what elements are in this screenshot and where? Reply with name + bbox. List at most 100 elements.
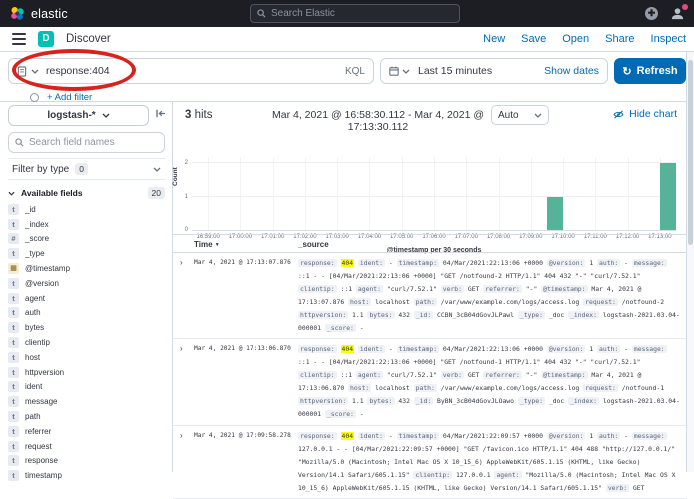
page-title: Discover — [66, 33, 111, 45]
field-item-index[interactable]: t_index — [8, 217, 168, 232]
source-field-badge: referrer: — [483, 285, 522, 293]
column-header-time[interactable]: Time ▼ — [194, 240, 220, 249]
field-item-timestamp[interactable]: ▦@timestamp — [8, 261, 168, 276]
menu-icon[interactable] — [12, 33, 26, 45]
field-item-response[interactable]: tresponse — [8, 454, 168, 469]
source-field-badge: auth: — [597, 432, 620, 440]
hide-chart-link[interactable]: Hide chart — [613, 108, 677, 120]
source-value: GET — [468, 371, 480, 379]
gridline — [369, 157, 370, 230]
help-icon[interactable]: ✚ — [645, 7, 658, 20]
source-field-badge: @version: — [547, 259, 586, 267]
source-value: "curl/7.52.1" — [387, 371, 437, 379]
show-dates-link[interactable]: Show dates — [544, 65, 599, 77]
chevron-down-icon — [534, 113, 542, 118]
source-value: 432 — [398, 397, 410, 405]
nav-action-save[interactable]: Save — [521, 33, 546, 45]
column-header-source[interactable]: _source — [298, 240, 329, 249]
discover-main: 3 hits Mar 4, 2021 @ 16:58:30.112 - Mar … — [173, 102, 687, 472]
y-axis-title: Count — [172, 167, 179, 186]
y-tick-label: 0 — [173, 227, 188, 233]
field-item-ident[interactable]: tident — [8, 380, 168, 395]
source-value: CCBN_3cB04dGovJLPawl — [437, 311, 514, 319]
field-name: httpversion — [25, 368, 64, 377]
filter-by-type-button[interactable]: Filter by type 0 — [8, 158, 165, 180]
source-value-highlighted: 404 — [341, 259, 355, 267]
source-value: 04/Mar/2021:22:13:06 +0000 — [443, 345, 543, 353]
histogram-bar[interactable] — [660, 163, 676, 230]
filter-menu-icon[interactable] — [30, 93, 39, 102]
add-filter-link[interactable]: + Add filter — [47, 92, 92, 103]
source-field-badge: request: — [583, 384, 618, 392]
field-item-request[interactable]: trequest — [8, 439, 168, 454]
query-language-button[interactable]: KQL — [345, 66, 365, 77]
field-item-auth[interactable]: tauth — [8, 306, 168, 321]
field-item-path[interactable]: tpath — [8, 409, 168, 424]
field-item-referrer[interactable]: treferrer — [8, 424, 168, 439]
user-avatar[interactable] — [670, 6, 686, 22]
top-nav-actions: New Save Open Share Inspect — [483, 33, 686, 45]
nav-action-open[interactable]: Open — [562, 33, 589, 45]
nav-action-inspect[interactable]: Inspect — [651, 33, 686, 45]
expand-row-icon[interactable]: › — [180, 259, 183, 267]
date-picker[interactable]: Last 15 minutes Show dates — [380, 58, 608, 84]
field-item-message[interactable]: tmessage — [8, 394, 168, 409]
query-text[interactable]: response:404 — [46, 65, 110, 77]
scrollbar-thumb[interactable] — [688, 60, 693, 245]
field-item-host[interactable]: thost — [8, 350, 168, 365]
field-item-bytes[interactable]: tbytes — [8, 320, 168, 335]
source-field-badge: _id: — [414, 397, 433, 405]
source-field-badge: @timestamp: — [541, 285, 587, 293]
refresh-button[interactable]: ↻ Refresh — [614, 58, 686, 84]
eye-slash-icon — [613, 110, 624, 119]
nav-action-share[interactable]: Share — [605, 33, 634, 45]
gridline — [563, 157, 564, 230]
source-field-badge: path: — [414, 384, 437, 392]
gridline — [434, 157, 435, 230]
source-value: "-" — [526, 371, 538, 379]
field-list: t_idt_index#_scoret_type▦@timestampt@ver… — [8, 202, 168, 483]
field-item-version[interactable]: t@version — [8, 276, 168, 291]
scrollbar[interactable] — [686, 52, 694, 472]
available-fields-header[interactable]: Available fields 20 — [8, 186, 165, 200]
gridline — [402, 157, 403, 230]
elastic-logo-icon — [10, 6, 25, 21]
field-item-type[interactable]: t_type — [8, 246, 168, 261]
saved-query-icon[interactable] — [17, 66, 27, 77]
field-item-id[interactable]: t_id — [8, 202, 168, 217]
time-range-label[interactable]: Last 15 minutes — [418, 65, 492, 77]
global-search-input[interactable]: Search Elastic — [250, 4, 460, 23]
field-item-score[interactable]: #_score — [8, 232, 168, 247]
field-type-string-icon: t — [8, 219, 19, 230]
source-field-badge: @timestamp: — [541, 371, 587, 379]
field-search-input[interactable]: Search field names — [8, 132, 165, 153]
source-field-badge: httpversion: — [298, 311, 348, 319]
histogram-bar[interactable] — [547, 197, 563, 231]
source-value: localhost — [375, 298, 410, 306]
nav-action-new[interactable]: New — [483, 33, 505, 45]
field-item-httpversion[interactable]: t httpversion — [8, 365, 168, 380]
source-field-badge: @version: — [547, 432, 586, 440]
field-name: bytes — [25, 323, 44, 332]
source-field-badge: request: — [583, 298, 618, 306]
y-tick-label: 2 — [173, 160, 188, 166]
search-icon — [15, 138, 24, 147]
expand-row-icon[interactable]: › — [180, 345, 183, 353]
table-row: ›Mar 4, 2021 @ 17:09:58.278response: 404… — [173, 426, 687, 499]
source-field-badge: auth: — [597, 345, 620, 353]
field-type-string-icon: t — [8, 248, 19, 259]
index-pattern-select[interactable]: logstash-* — [8, 105, 149, 126]
field-name: referrer — [25, 427, 51, 436]
collapse-sidebar-icon[interactable] — [156, 109, 166, 118]
gridline — [466, 157, 467, 230]
field-item-timestamp[interactable]: ttimestamp — [8, 468, 168, 483]
query-input[interactable]: response:404 KQL — [8, 58, 374, 84]
expand-row-icon[interactable]: › — [180, 432, 183, 440]
source-value: 1 — [589, 345, 593, 353]
field-item-agent[interactable]: tagent — [8, 291, 168, 306]
field-type-string-icon: t — [8, 367, 19, 378]
field-item-clientip[interactable]: tclientip — [8, 335, 168, 350]
source-value: - — [360, 410, 364, 418]
interval-select[interactable]: Auto — [491, 105, 549, 125]
available-fields-count-badge: 20 — [148, 187, 165, 199]
